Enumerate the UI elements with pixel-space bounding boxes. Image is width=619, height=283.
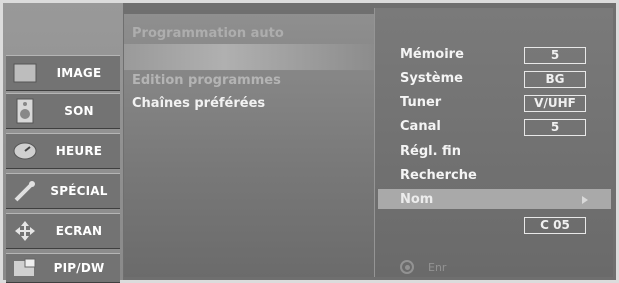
sidebar-item-label: HEURE — [55, 144, 103, 158]
store-button[interactable]: Enr — [400, 260, 446, 274]
sidebar-item-label: PIP/DW — [53, 261, 105, 275]
sidebar-item-label: SON — [64, 104, 94, 118]
menu-item-chaines-preferees[interactable]: Chaînes préférées — [132, 96, 265, 111]
regl-fin-item[interactable]: Régl. fin — [400, 144, 461, 159]
store-label: Enr — [428, 260, 447, 274]
sidebar-item-label: SPÉCIAL — [50, 184, 108, 198]
sidebar-item-heure[interactable]: HEURE — [6, 133, 120, 169]
speaker-icon — [12, 98, 38, 124]
pip-icon — [12, 255, 38, 281]
recherche-item[interactable]: Recherche — [400, 168, 477, 183]
tuner-value[interactable]: V/UHF — [524, 95, 586, 112]
main-menu-sidebar: IMAGE SON HEURE SPÉCIAL ECRAN PIP/DW — [3, 3, 123, 283]
sidebar-item-pip[interactable]: PIP/DW — [6, 253, 120, 283]
chevron-right-icon — [582, 196, 588, 204]
clock-icon — [12, 138, 38, 164]
memoire-label: Mémoire — [400, 47, 464, 62]
systeme-label: Système — [400, 71, 463, 86]
canal-value[interactable]: 5 — [524, 119, 586, 136]
menu-item-programmation-auto[interactable]: Programmation auto — [132, 26, 284, 41]
sidebar-item-son[interactable]: SON — [6, 93, 120, 129]
radio-icon — [400, 260, 414, 274]
move-arrows-icon — [12, 218, 38, 244]
menu-item-edition-programmes[interactable]: Edition programmes — [132, 73, 281, 88]
canal-label: Canal — [400, 119, 441, 134]
submenu-highlight — [124, 44, 374, 70]
sidebar-item-special[interactable]: SPÉCIAL — [6, 173, 120, 209]
systeme-value[interactable]: BG — [524, 71, 586, 88]
sidebar-item-label: IMAGE — [56, 66, 102, 80]
tool-icon — [12, 178, 38, 204]
image-icon — [12, 60, 38, 86]
nom-value[interactable]: C 05 — [524, 217, 586, 234]
tuner-label: Tuner — [400, 95, 442, 110]
memoire-value[interactable]: 5 — [524, 47, 586, 64]
nom-item[interactable]: Nom — [400, 192, 433, 207]
sidebar-item-ecran[interactable]: ECRAN — [6, 213, 120, 249]
sidebar-item-label: ECRAN — [55, 224, 103, 238]
sidebar-item-image[interactable]: IMAGE — [6, 55, 120, 91]
